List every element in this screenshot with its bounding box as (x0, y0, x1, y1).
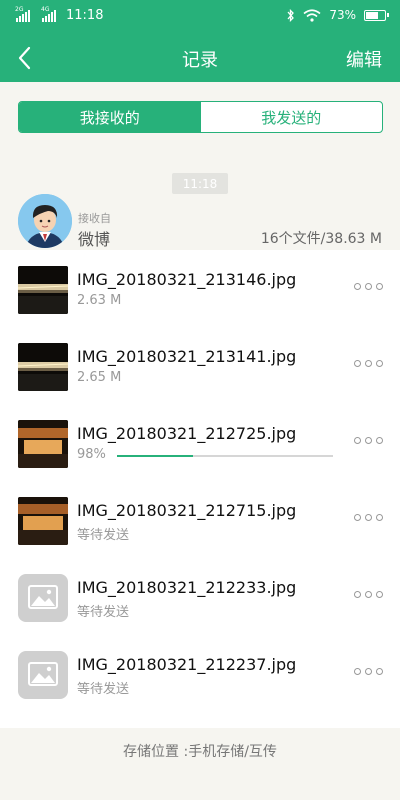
list-item[interactable]: IMG_20180321_212237.jpg 等待发送 (0, 635, 400, 712)
file-name: IMG_20180321_212725.jpg (77, 424, 297, 443)
cell-signal-1-icon: 2G (15, 6, 30, 22)
wifi-icon (303, 8, 321, 22)
list-item[interactable]: IMG_20180321_213141.jpg 2.65 M (0, 327, 400, 404)
file-name: IMG_20180321_212237.jpg (77, 655, 297, 674)
sender-header: 接收自 微博 16个文件/38.63 M (0, 190, 400, 250)
photo-thumbnail (18, 497, 68, 545)
tab-received[interactable]: 我接收的 (19, 102, 201, 132)
edit-button[interactable]: 编辑 (346, 46, 382, 72)
photo-thumbnail (18, 266, 68, 314)
cell-signal-2-icon: 4G (41, 6, 56, 22)
file-size: 2.63 M (77, 293, 122, 308)
more-options-icon[interactable] (354, 514, 383, 521)
more-options-icon[interactable] (354, 668, 383, 675)
battery-level (366, 11, 378, 19)
bluetooth-icon (287, 8, 295, 22)
files-summary: 16个文件/38.63 M (260, 231, 382, 247)
photo-thumbnail (18, 343, 68, 391)
battery-percent: 73% (329, 8, 356, 22)
more-options-icon[interactable] (354, 360, 383, 367)
progress-percent: 98% (77, 447, 106, 462)
file-name: IMG_20180321_212715.jpg (77, 501, 297, 520)
more-options-icon[interactable] (354, 283, 383, 290)
status-bar: 2G 4G 11:18 73% (0, 0, 400, 34)
file-name: IMG_20180321_213141.jpg (77, 347, 297, 366)
list-item[interactable]: IMG_20180321_213146.jpg 2.63 M (0, 250, 400, 327)
sender-name: 微博 (78, 230, 111, 249)
more-options-icon[interactable] (354, 437, 383, 444)
file-list: IMG_20180321_213146.jpg 2.63 M IMG_20180… (0, 250, 400, 728)
status-time: 11:18 (66, 8, 104, 23)
tab-sent[interactable]: 我发送的 (201, 102, 383, 132)
segmented-tabs: 我接收的 我发送的 (18, 101, 383, 133)
list-item[interactable]: IMG_20180321_212233.jpg 等待发送 (0, 558, 400, 635)
file-status: 等待发送 (77, 682, 130, 697)
storage-location: 存储位置 :手机存储/互传 (123, 744, 277, 760)
progress-bar (117, 455, 333, 457)
image-placeholder-icon (18, 651, 68, 699)
image-placeholder-icon (18, 574, 68, 622)
file-size: 2.65 M (77, 370, 122, 385)
file-name: IMG_20180321_213146.jpg (77, 270, 297, 289)
list-item[interactable]: IMG_20180321_212725.jpg 98% (0, 404, 400, 481)
file-status: 等待发送 (77, 605, 130, 620)
file-name: IMG_20180321_212233.jpg (77, 578, 297, 597)
list-item[interactable]: IMG_20180321_212715.jpg 等待发送 (0, 481, 400, 558)
nav-bar: 记录 编辑 (0, 34, 400, 82)
battery-icon (364, 9, 389, 21)
more-options-icon[interactable] (354, 591, 383, 598)
photo-thumbnail (18, 420, 68, 468)
progress-fill (117, 455, 193, 457)
avatar[interactable] (18, 194, 72, 248)
page-title: 记录 (182, 50, 218, 71)
file-status: 等待发送 (77, 528, 130, 543)
received-from-label: 接收自 (78, 212, 111, 225)
